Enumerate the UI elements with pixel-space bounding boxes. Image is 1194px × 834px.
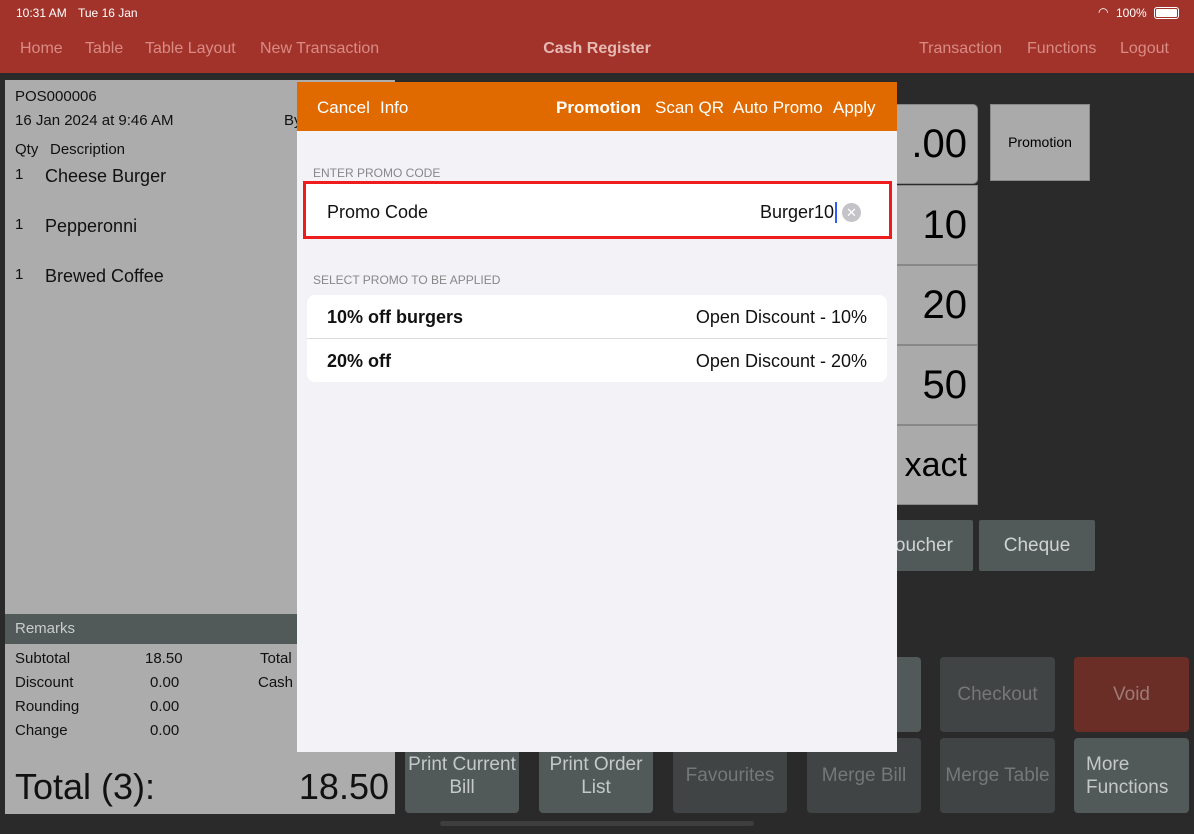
- subtotal-value: 18.50: [145, 650, 183, 667]
- item-name[interactable]: Pepperonni: [45, 216, 137, 237]
- status-bar: 10:31 AM Tue 16 Jan ◠ 100%: [0, 0, 1194, 28]
- auto-promo-button[interactable]: Auto Promo: [733, 98, 823, 118]
- select-promo-section-label: SELECT PROMO TO BE APPLIED: [313, 273, 501, 287]
- promo-code-input[interactable]: Burger10: [760, 202, 837, 223]
- merge-table-button[interactable]: Merge Table: [940, 738, 1055, 813]
- receipt-datetime: 16 Jan 2024 at 9:46 AM: [15, 112, 174, 129]
- enter-promo-section-label: ENTER PROMO CODE: [313, 166, 441, 180]
- promotion-button[interactable]: Promotion: [990, 104, 1090, 181]
- promo-list-item[interactable]: 10% off burgers Open Discount - 10%: [307, 295, 887, 339]
- change-value: 0.00: [150, 722, 180, 739]
- receipt-id: POS000006: [15, 88, 97, 105]
- item-name[interactable]: Cheese Burger: [45, 166, 166, 187]
- info-button[interactable]: Info: [380, 98, 408, 118]
- checkout-button[interactable]: Checkout: [940, 657, 1055, 732]
- promo-list-item[interactable]: 20% off Open Discount - 20%: [307, 339, 887, 383]
- grand-total-value: 18.50: [298, 766, 389, 807]
- more-functions-button[interactable]: More Functions: [1074, 738, 1189, 813]
- rounding-label: Rounding: [15, 698, 80, 715]
- cancel-button[interactable]: Cancel: [317, 98, 370, 118]
- subtotal-label: Subtotal: [15, 650, 71, 667]
- status-time: 10:31 AM: [16, 6, 67, 20]
- promotion-modal: Cancel Info Promotion Scan QR Auto Promo…: [297, 82, 897, 752]
- wifi-icon: ◠: [1098, 5, 1109, 19]
- rounding-value: 0.00: [150, 698, 180, 715]
- item-qty: 1: [15, 266, 24, 283]
- tab-promotion[interactable]: Promotion: [556, 98, 641, 118]
- cheque-button[interactable]: Cheque: [979, 520, 1095, 571]
- change-label: Change: [15, 722, 68, 739]
- description-header: Description: [50, 141, 126, 158]
- discount-value: 0.00: [150, 674, 180, 691]
- clear-icon[interactable]: ✕: [842, 203, 861, 222]
- scan-qr-button[interactable]: Scan QR: [655, 98, 724, 118]
- battery-icon: [1154, 7, 1179, 19]
- status-date: Tue 16 Jan: [78, 6, 138, 20]
- page-title: Cash Register: [543, 40, 651, 57]
- promo-list: 10% off burgers Open Discount - 10% 20% …: [307, 295, 887, 382]
- grand-total-label: Total (3):: [15, 766, 156, 807]
- modal-header: Cancel Info Promotion Scan QR Auto Promo…: [297, 82, 897, 131]
- total-label: Total: [260, 650, 292, 667]
- apply-button[interactable]: Apply: [833, 98, 876, 118]
- cash-label: Cash: [258, 674, 294, 691]
- item-qty: 1: [15, 166, 24, 183]
- nav-bar: Home Table Table Layout New Transaction …: [0, 28, 1194, 73]
- discount-label: Discount: [15, 674, 74, 691]
- promo-type: Open Discount - 20%: [695, 351, 867, 371]
- nav-transaction[interactable]: Transaction: [919, 40, 1002, 58]
- promo-name: 10% off burgers: [327, 307, 464, 327]
- promo-code-field[interactable]: Promo Code Burger10 ✕: [303, 181, 892, 239]
- home-indicator[interactable]: [440, 821, 754, 826]
- battery-level: 100%: [1116, 6, 1147, 20]
- promo-code-label: Promo Code: [327, 202, 429, 222]
- item-qty: 1: [15, 216, 24, 233]
- item-name[interactable]: Brewed Coffee: [45, 266, 164, 287]
- nav-functions[interactable]: Functions: [1027, 40, 1096, 58]
- promo-name: 20% off: [327, 351, 392, 371]
- qty-header: Qty: [15, 141, 39, 158]
- void-button[interactable]: Void: [1074, 657, 1189, 732]
- promo-type: Open Discount - 10%: [695, 307, 867, 327]
- nav-logout[interactable]: Logout: [1120, 40, 1169, 58]
